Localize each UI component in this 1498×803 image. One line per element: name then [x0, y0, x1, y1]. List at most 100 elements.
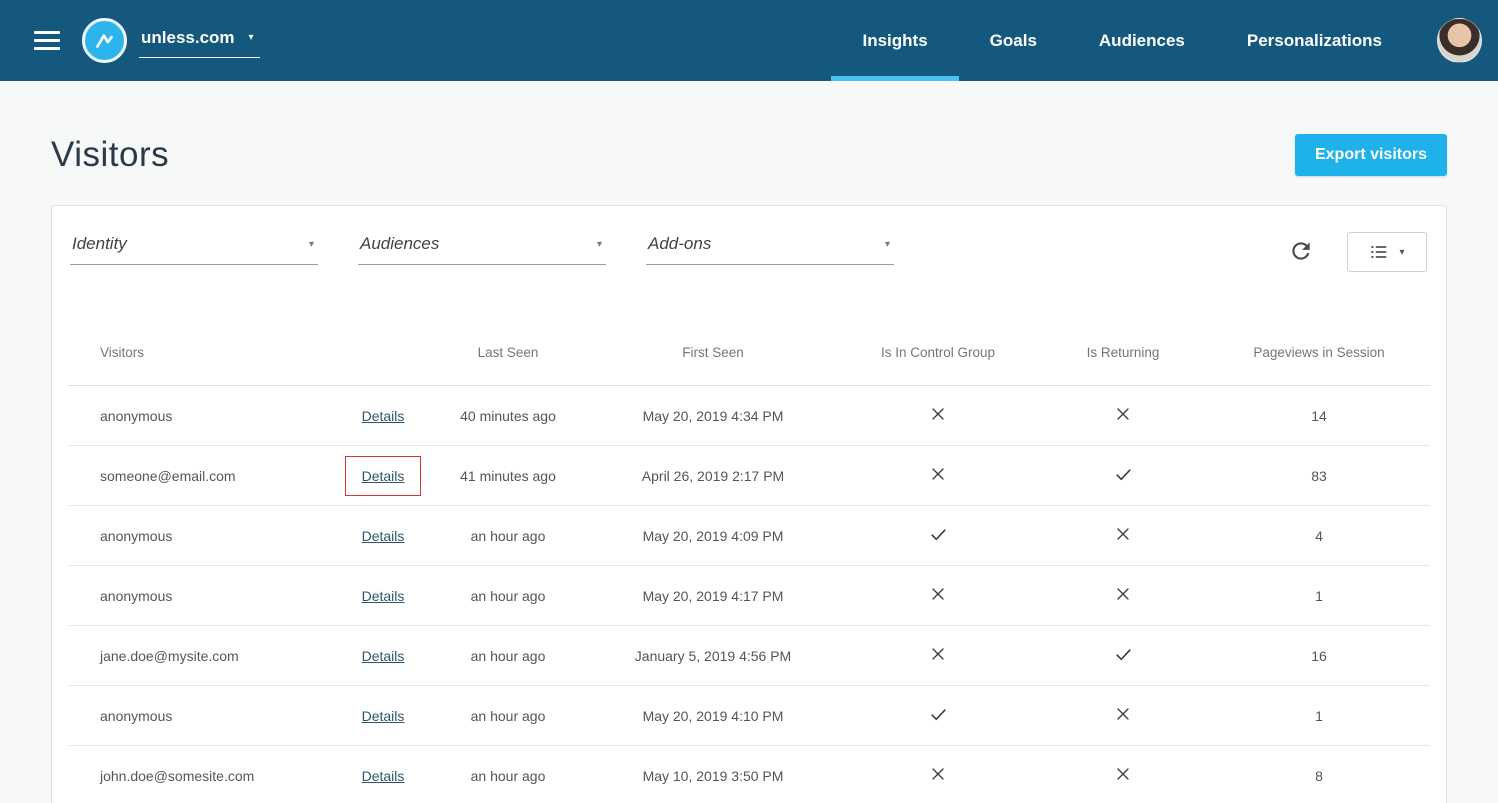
- identity-filter-dropdown[interactable]: Identity ▾: [70, 232, 318, 265]
- table-row: someone@email.com Details 41 minutes ago…: [68, 446, 1430, 506]
- x-icon: [1115, 766, 1131, 782]
- last-seen: an hour ago: [470, 767, 546, 784]
- details-cell: Details: [338, 455, 428, 496]
- pageviews-count: 4: [1315, 527, 1323, 544]
- x-icon: [930, 646, 946, 662]
- details-link[interactable]: Details: [362, 648, 405, 664]
- pageviews-count: 1: [1315, 587, 1323, 604]
- returning-cell: [1038, 645, 1208, 667]
- first-seen: May 10, 2019 3:50 PM: [642, 767, 784, 784]
- details-link[interactable]: Details: [362, 528, 405, 544]
- details-cell: Details: [338, 396, 428, 436]
- details-wrap: Details: [345, 636, 422, 676]
- navbar-right: Insights Goals Audiences Personalization…: [831, 0, 1498, 81]
- details-wrap: Details: [345, 516, 422, 556]
- view-options-dropdown[interactable]: ▾: [1347, 232, 1427, 272]
- details-link[interactable]: Details: [362, 768, 405, 784]
- visitor-identity: someone@email.com: [100, 467, 236, 484]
- returning-cell: [1038, 706, 1208, 725]
- chevron-down-icon: ▾: [596, 238, 602, 250]
- list-view-icon: [1371, 245, 1387, 259]
- control-group-cell: [838, 586, 1038, 605]
- x-icon: [930, 406, 946, 422]
- header-returning: Is Returning: [1086, 345, 1160, 360]
- first-seen: May 20, 2019 4:09 PM: [642, 527, 784, 544]
- x-icon: [1115, 406, 1131, 422]
- table-row: anonymous Details an hour ago May 20, 20…: [68, 686, 1430, 746]
- nav-item-audiences[interactable]: Audiences: [1068, 0, 1216, 81]
- visitor-identity: anonymous: [100, 407, 173, 424]
- export-visitors-button[interactable]: Export visitors: [1294, 134, 1447, 176]
- pageviews-count: 1: [1315, 707, 1323, 724]
- details-wrap: Details: [344, 455, 422, 496]
- header-control: Is In Control Group: [880, 345, 996, 360]
- header-first-seen: First Seen: [682, 345, 744, 360]
- details-cell: Details: [338, 636, 428, 676]
- details-cell: Details: [338, 756, 428, 796]
- nav-item-insights[interactable]: Insights: [831, 0, 959, 81]
- visitors-table: Visitors Last Seen First Seen Is In Cont…: [52, 320, 1446, 803]
- title-row: Visitors Export visitors: [51, 134, 1447, 176]
- header-last-seen: Last Seen: [477, 345, 539, 360]
- refresh-button[interactable]: [1288, 238, 1314, 267]
- main-content: Visitors Export visitors Identity ▾ Audi…: [0, 134, 1498, 803]
- addons-filter-dropdown[interactable]: Add-ons ▾: [646, 232, 894, 265]
- nav-item-goals[interactable]: Goals: [959, 0, 1068, 81]
- nav-item-label: Personalizations: [1246, 30, 1382, 50]
- x-icon: [930, 586, 946, 602]
- table-row: anonymous Details 40 minutes ago May 20,…: [68, 386, 1430, 446]
- refresh-icon: [1292, 242, 1310, 260]
- top-navbar: unless.com ▾ Insights Goals Audiences Pe…: [0, 0, 1498, 81]
- control-group-cell: [838, 646, 1038, 665]
- chevron-down-icon: ▾: [1399, 246, 1405, 258]
- visitor-identity: jane.doe@mysite.com: [100, 647, 239, 664]
- returning-cell: [1038, 586, 1208, 605]
- first-seen: January 5, 2019 4:56 PM: [634, 647, 792, 664]
- navbar-left: unless.com ▾: [0, 0, 260, 81]
- hamburger-menu-icon[interactable]: [34, 31, 60, 50]
- audiences-filter-dropdown[interactable]: Audiences ▾: [358, 232, 606, 265]
- details-wrap: Details: [345, 756, 422, 796]
- nav-item-personalizations[interactable]: Personalizations: [1216, 0, 1413, 81]
- returning-cell: [1038, 465, 1208, 487]
- details-link[interactable]: Details: [362, 588, 405, 604]
- check-icon: [929, 525, 948, 544]
- chevron-down-icon: ▾: [884, 238, 890, 250]
- page-title: Visitors: [51, 135, 170, 174]
- returning-cell: [1038, 526, 1208, 545]
- table-row: john.doe@somesite.com Details an hour ag…: [68, 746, 1430, 803]
- visitor-identity: anonymous: [100, 707, 173, 724]
- control-group-cell: [838, 705, 1038, 727]
- details-cell: Details: [338, 696, 428, 736]
- last-seen: an hour ago: [470, 527, 546, 544]
- unless-logo-icon[interactable]: [82, 18, 127, 63]
- primary-nav: Insights Goals Audiences Personalization…: [831, 0, 1413, 81]
- details-link[interactable]: Details: [362, 408, 405, 424]
- table-row: anonymous Details an hour ago May 20, 20…: [68, 566, 1430, 626]
- table-row: anonymous Details an hour ago May 20, 20…: [68, 506, 1430, 566]
- site-selector-dropdown[interactable]: unless.com ▾: [139, 24, 260, 58]
- control-group-cell: [838, 406, 1038, 425]
- first-seen: May 20, 2019 4:17 PM: [642, 587, 784, 604]
- first-seen: May 20, 2019 4:10 PM: [642, 707, 784, 724]
- control-group-cell: [838, 466, 1038, 485]
- nav-item-label: Goals: [989, 30, 1037, 50]
- x-icon: [930, 466, 946, 482]
- chevron-down-icon: ▾: [308, 238, 314, 250]
- visitor-identity: john.doe@somesite.com: [100, 767, 255, 784]
- visitor-table-body: anonymous Details 40 minutes ago May 20,…: [68, 386, 1430, 803]
- details-cell: Details: [338, 516, 428, 556]
- returning-cell: [1038, 406, 1208, 425]
- check-icon: [929, 705, 948, 724]
- filter-label: Add-ons: [648, 234, 712, 253]
- pageviews-count: 83: [1311, 467, 1327, 484]
- table-header-row: Visitors Last Seen First Seen Is In Cont…: [68, 320, 1430, 386]
- details-link[interactable]: Details: [362, 468, 405, 484]
- filter-label: Audiences: [360, 234, 440, 253]
- check-icon: [1114, 645, 1133, 664]
- pageviews-count: 8: [1315, 767, 1323, 784]
- avatar[interactable]: [1437, 18, 1482, 63]
- details-link[interactable]: Details: [362, 708, 405, 724]
- chevron-down-icon: ▾: [248, 32, 254, 43]
- pageviews-count: 16: [1311, 647, 1327, 664]
